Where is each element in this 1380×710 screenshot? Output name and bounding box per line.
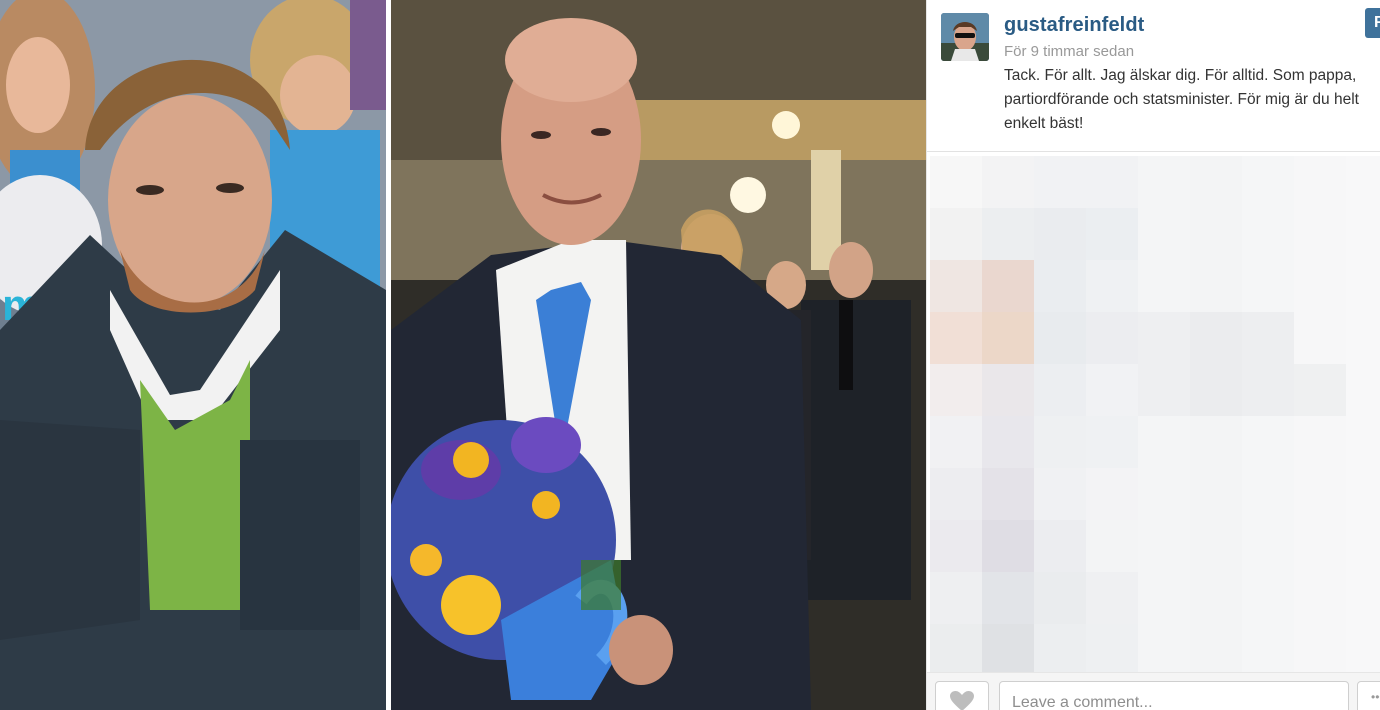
follow-button[interactable]: F <box>1365 8 1380 38</box>
username-link[interactable]: gustafreinfeldt <box>1004 14 1144 37</box>
like-button[interactable] <box>935 681 989 710</box>
post-header: gustafreinfeldt För 9 timmar sedan Tack.… <box>927 0 1380 152</box>
avatar[interactable] <box>941 13 989 61</box>
instagram-post-panel: gustafreinfeldt För 9 timmar sedan Tack.… <box>926 0 1380 710</box>
avatar-image <box>941 13 989 61</box>
photo-middle <box>391 0 926 710</box>
comment-input[interactable] <box>999 681 1349 710</box>
ellipsis-icon: ••• <box>1371 690 1380 704</box>
post-footer: ••• <box>927 672 1380 710</box>
photo-young-man-in-jacket: m <box>0 0 386 710</box>
heart-icon <box>950 691 974 710</box>
photo-left: m <box>0 0 386 710</box>
post-timestamp: För 9 timmar sedan <box>1004 43 1135 60</box>
more-options-button[interactable]: ••• <box>1357 681 1380 710</box>
pixelated-image-blocks <box>930 156 1380 672</box>
pixelated-post-image <box>930 156 1380 672</box>
photo-man-with-flowers <box>391 0 926 710</box>
post-caption: Tack. För allt. Jag älskar dig. För allt… <box>1004 67 1359 132</box>
